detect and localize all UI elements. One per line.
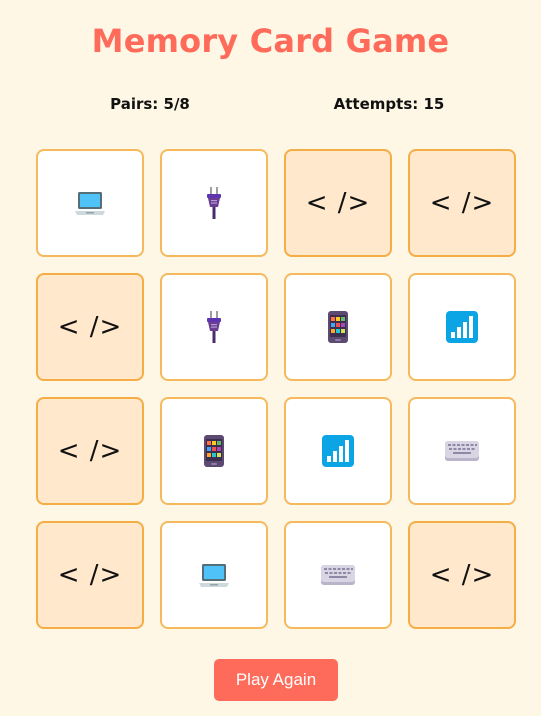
laptop-icon	[73, 186, 107, 220]
card-back-code-icon: < />	[429, 188, 495, 218]
card-15[interactable]	[284, 521, 392, 629]
mobile-phone-icon	[202, 434, 226, 468]
mobile-phone-icon	[326, 310, 350, 344]
card-7[interactable]	[284, 273, 392, 381]
card-6[interactable]	[160, 273, 268, 381]
attempts-counter: Attempts: 15	[333, 95, 445, 113]
card-9[interactable]: < />	[36, 397, 144, 505]
card-back-code-icon: < />	[57, 312, 123, 342]
plug-icon	[204, 185, 224, 221]
card-10[interactable]	[160, 397, 268, 505]
card-16[interactable]: < />	[408, 521, 516, 629]
signal-bars-icon	[446, 311, 478, 343]
card-13[interactable]: < />	[36, 521, 144, 629]
card-4[interactable]: < />	[408, 149, 516, 257]
card-12[interactable]	[408, 397, 516, 505]
card-back-code-icon: < />	[305, 188, 371, 218]
keyboard-icon	[444, 439, 480, 463]
page-title: Memory Card Game	[91, 22, 450, 60]
card-2[interactable]	[160, 149, 268, 257]
card-back-code-icon: < />	[57, 560, 123, 590]
pairs-counter: Pairs: 5/8	[110, 95, 190, 113]
card-8[interactable]	[408, 273, 516, 381]
card-3[interactable]: < />	[284, 149, 392, 257]
stats-bar: Pairs: 5/8 Attempts: 15	[0, 95, 541, 115]
play-again-button[interactable]: Play Again	[214, 659, 338, 701]
card-14[interactable]	[160, 521, 268, 629]
game-page: Memory Card Game Pairs: 5/8 Attempts: 15…	[0, 0, 541, 716]
card-grid: < /> < /> < /> < /> < /> < />	[36, 149, 516, 629]
laptop-icon	[197, 558, 231, 592]
card-1[interactable]	[36, 149, 144, 257]
card-5[interactable]: < />	[36, 273, 144, 381]
keyboard-icon	[320, 563, 356, 587]
card-back-code-icon: < />	[429, 560, 495, 590]
signal-bars-icon	[322, 435, 354, 467]
plug-icon	[204, 309, 224, 345]
card-back-code-icon: < />	[57, 436, 123, 466]
card-11[interactable]	[284, 397, 392, 505]
